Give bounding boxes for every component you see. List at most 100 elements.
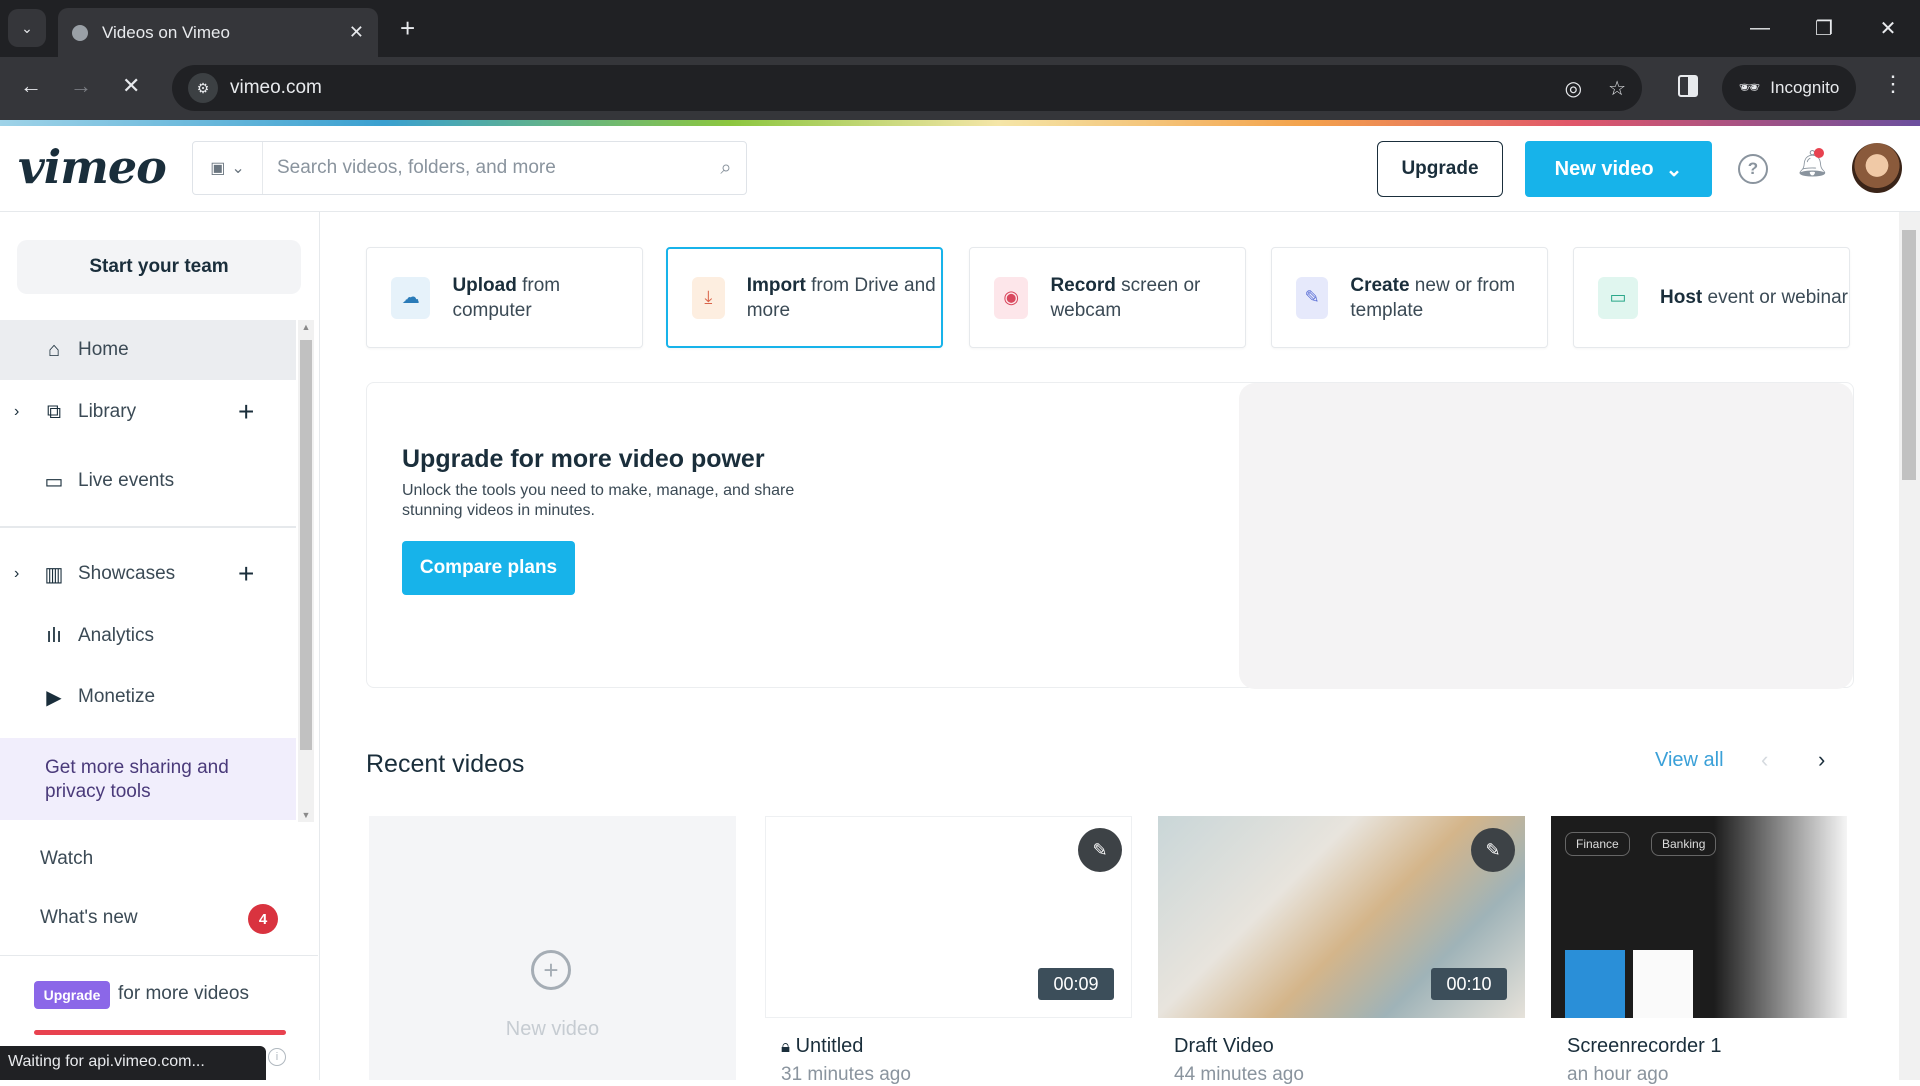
tab-close-icon[interactable]: ✕: [349, 22, 364, 43]
upgrade-pill-button[interactable]: Upgrade: [34, 981, 110, 1009]
search-scope-dropdown[interactable]: ▣ ⌄: [193, 142, 263, 194]
compare-plans-button[interactable]: Compare plans: [402, 541, 575, 595]
sidebar-scroll-thumb[interactable]: [300, 340, 312, 750]
incognito-indicator[interactable]: 🕶 Incognito: [1722, 65, 1856, 111]
video-title[interactable]: 🔒︎ Untitled: [781, 1035, 863, 1058]
user-avatar[interactable]: [1852, 143, 1902, 193]
quick-action-upload[interactable]: ☁ Upload from computer: [366, 247, 643, 348]
browser-status-bubble: Waiting for api.vimeo.com...: [0, 1046, 266, 1080]
restore-button[interactable]: ❐: [1792, 16, 1856, 41]
sidebar-scrollbar[interactable]: ▲ ▼: [298, 320, 314, 822]
browser-menu-icon[interactable]: ⋮: [1882, 71, 1904, 97]
video-title[interactable]: Draft Video: [1174, 1035, 1274, 1058]
sidebar-divider: [0, 955, 318, 956]
analytics-icon: ılı: [46, 624, 62, 647]
home-icon: ⌂: [47, 338, 61, 361]
sidebar-item-analytics[interactable]: ılı Analytics: [0, 606, 296, 666]
minimize-button[interactable]: —: [1728, 17, 1792, 40]
sidebar: Start your team ⌂ Home › ⧉ Library + ▭ L…: [0, 212, 320, 1080]
expand-chevron-icon[interactable]: ›: [14, 403, 19, 421]
video-timestamp: an hour ago: [1567, 1064, 1669, 1085]
sidebar-item-label: Monetize: [78, 686, 156, 707]
add-showcase-icon[interactable]: +: [238, 558, 254, 590]
quick-action-record[interactable]: ◉ Record screen or webcam: [969, 247, 1246, 348]
help-icon[interactable]: ?: [1738, 154, 1768, 184]
qa-rest: event or webinar: [1702, 287, 1848, 308]
lock-icon: 🔒︎: [781, 1037, 791, 1056]
back-button[interactable]: ←: [20, 73, 42, 99]
sidebar-item-library[interactable]: › ⧉ Library +: [0, 382, 296, 442]
stop-loading-button[interactable]: ✕: [122, 73, 140, 99]
whats-new-link[interactable]: What's new: [40, 907, 138, 929]
quick-action-host[interactable]: ▭ Host event or webinar: [1573, 247, 1850, 348]
banner-media-placeholder: [1239, 383, 1853, 689]
browser-tabbar: ⌄ Videos on Vimeo ✕ + — ❐ ✕: [0, 0, 1920, 57]
chevron-down-icon: ⌄: [231, 160, 245, 177]
incognito-icon: 🕶: [1738, 78, 1761, 97]
monetize-icon: ▶: [46, 686, 62, 709]
watch-link[interactable]: Watch: [40, 848, 93, 870]
sidebar-item-home[interactable]: ⌂ Home: [0, 320, 296, 380]
banner-title: Upgrade for more video power: [402, 445, 765, 473]
start-your-team-button[interactable]: Start your team: [17, 240, 301, 294]
sidebar-item-label: Live events: [78, 470, 175, 491]
new-video-card[interactable]: + New video: [369, 816, 736, 1080]
video-card[interactable]: Finance Banking Screenrecorder 1 an hour…: [1551, 816, 1847, 1085]
page-scrollbar[interactable]: [1899, 212, 1920, 1080]
video-card[interactable]: ✎ 00:09 🔒︎ Untitled 31 minutes ago: [765, 816, 1132, 1085]
video-timestamp: 44 minutes ago: [1174, 1064, 1304, 1085]
tracking-protection-eye-off-icon[interactable]: ◎: [1565, 76, 1582, 101]
new-video-label: New video: [1554, 157, 1654, 180]
video-card[interactable]: ✎ 00:10 Draft Video 44 minutes ago: [1158, 816, 1525, 1085]
search-icon[interactable]: ⌕: [706, 157, 746, 180]
quick-action-create[interactable]: ✎ Create new or from template: [1271, 247, 1548, 348]
scroll-down-icon[interactable]: ▼: [300, 810, 312, 820]
page-scroll-thumb[interactable]: [1902, 230, 1916, 480]
banner-description: Unlock the tools you need to make, manag…: [402, 482, 795, 519]
address-bar[interactable]: ⚙ vimeo.com ◎ ☆: [172, 65, 1642, 111]
search-input[interactable]: [263, 157, 706, 179]
expand-chevron-icon[interactable]: ›: [14, 565, 19, 583]
upgrade-more-text: for more videos: [118, 983, 249, 1004]
side-panel-icon[interactable]: [1678, 75, 1698, 97]
forward-button[interactable]: →: [70, 73, 92, 99]
video-timestamp: 31 minutes ago: [781, 1064, 911, 1085]
duration-badge: 00:10: [1431, 968, 1507, 1000]
video-quota-bar: [34, 1030, 286, 1035]
sidebar-item-showcases[interactable]: › ▥ Showcases +: [0, 544, 296, 604]
qa-bold: Host: [1660, 287, 1703, 308]
new-video-button[interactable]: New video ⌄: [1525, 141, 1712, 197]
thumb-tag: Banking: [1651, 832, 1717, 856]
sidebar-item-monetize[interactable]: ▶ Monetize: [0, 667, 296, 727]
add-library-icon[interactable]: +: [238, 396, 254, 428]
site-settings-icon[interactable]: ⚙: [188, 73, 218, 103]
sidebar-item-live-events[interactable]: ▭ Live events: [0, 451, 296, 511]
vimeo-logo[interactable]: vimeo: [18, 140, 167, 194]
sidebar-divider: [0, 526, 296, 528]
scroll-up-icon[interactable]: ▲: [300, 322, 312, 332]
tab-search-button[interactable]: ⌄: [8, 9, 46, 47]
close-window-button[interactable]: ✕: [1856, 16, 1920, 41]
new-tab-button[interactable]: +: [400, 14, 415, 42]
carousel-prev-icon[interactable]: ‹: [1761, 747, 1768, 773]
bookmark-star-icon[interactable]: ☆: [1608, 76, 1626, 101]
view-all-link[interactable]: View all: [1655, 749, 1724, 772]
upgrade-button[interactable]: Upgrade: [1377, 141, 1503, 197]
promo-text: Get more sharing and privacy tools: [45, 757, 229, 802]
video-thumbnail[interactable]: Finance Banking: [1551, 816, 1847, 1018]
browser-tab[interactable]: Videos on Vimeo ✕: [58, 8, 378, 57]
url-text[interactable]: vimeo.com: [230, 77, 1539, 99]
create-edit-icon: ✎: [1296, 276, 1329, 319]
duration-badge: 00:09: [1038, 968, 1114, 1000]
recent-videos-heading: Recent videos: [366, 750, 525, 778]
info-icon[interactable]: i: [268, 1048, 286, 1066]
whats-new-count-badge: 4: [248, 904, 278, 934]
sidebar-item-label: Showcases: [78, 563, 176, 584]
add-circle-icon: +: [531, 950, 571, 990]
video-title[interactable]: Screenrecorder 1: [1567, 1035, 1722, 1058]
edit-video-icon[interactable]: ✎: [1471, 828, 1515, 872]
carousel-next-icon[interactable]: ›: [1818, 747, 1825, 773]
quick-action-import[interactable]: ⤓ Import from Drive and more: [666, 247, 943, 348]
tab-title: Videos on Vimeo: [102, 22, 230, 42]
edit-video-icon[interactable]: ✎: [1078, 828, 1122, 872]
